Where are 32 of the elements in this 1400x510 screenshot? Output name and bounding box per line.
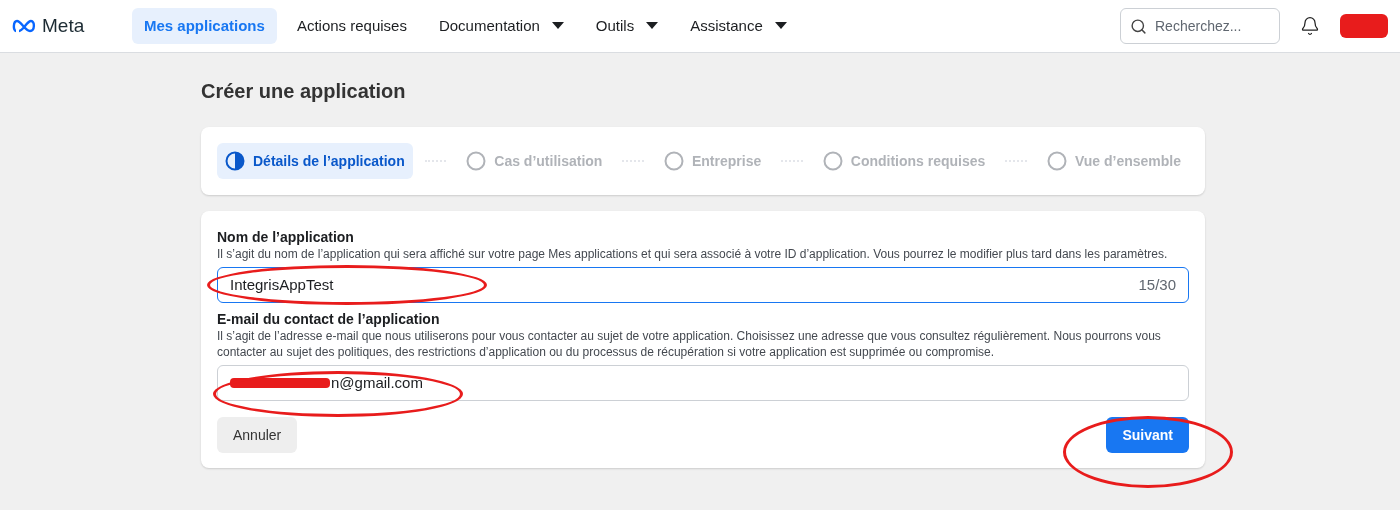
cancel-button[interactable]: Annuler xyxy=(217,417,298,453)
nav-tab[interactable]: Actions requises xyxy=(284,8,419,44)
search-field[interactable]: Recherchez... xyxy=(1120,8,1280,44)
nav-tab[interactable]: Documentation xyxy=(426,8,576,44)
logo-text: Meta xyxy=(42,13,85,38)
input-field[interactable]: n@gmail.com xyxy=(217,365,1189,401)
empty-circle-icon xyxy=(822,151,843,171)
bell-icon[interactable] xyxy=(1300,16,1320,36)
redaction-mark xyxy=(1340,14,1388,38)
input-value: n@gmail.com xyxy=(331,372,423,393)
infinity-logo-icon xyxy=(12,19,38,33)
field-label: Nom de l’application xyxy=(217,229,355,246)
half-filled-circle-icon xyxy=(225,151,245,171)
nav-tab[interactable]: Assistance xyxy=(678,8,799,44)
empty-circle-icon xyxy=(663,151,684,171)
field-help: Il s’agit de l’adresse e-mail que nous utiliserons pour vous contacter au sujet de votre application. Choisissez une adresse que vous consultez régulièrement. Nous pourrons vous contacter au sujet des politiques, des restrictions d’application ou du processus de récupération si votre application est supprimée ou compromise. xyxy=(217,328,1162,360)
field-help: Il s’agit du nom de l’application qui sera affiché sur votre page Mes applications et qui sera associé à votre ID d’application. Vous pourrez le modifier plus tard dans les paramètres. xyxy=(217,246,1169,262)
input-value: IntegrisAppTest xyxy=(230,274,334,295)
nav-tab[interactable]: Outils xyxy=(583,8,671,44)
field-label: E-mail du contact de l’application xyxy=(217,311,441,328)
empty-circle-icon xyxy=(1046,151,1067,171)
page-title: Créer une application xyxy=(201,79,407,104)
character-counter: 15/30 xyxy=(1138,274,1176,295)
caret-icon xyxy=(774,22,787,30)
step[interactable]: Détails de l’application xyxy=(217,143,413,179)
search-icon xyxy=(1130,18,1147,35)
empty-circle-icon xyxy=(466,151,487,171)
nav-tab[interactable]: Mes applications xyxy=(132,8,277,44)
caret-icon xyxy=(646,22,659,30)
caret-icon xyxy=(551,22,564,30)
input-field[interactable]: IntegrisAppTest 15/30 xyxy=(217,267,1189,303)
next-button[interactable]: Suivant xyxy=(1106,417,1189,453)
